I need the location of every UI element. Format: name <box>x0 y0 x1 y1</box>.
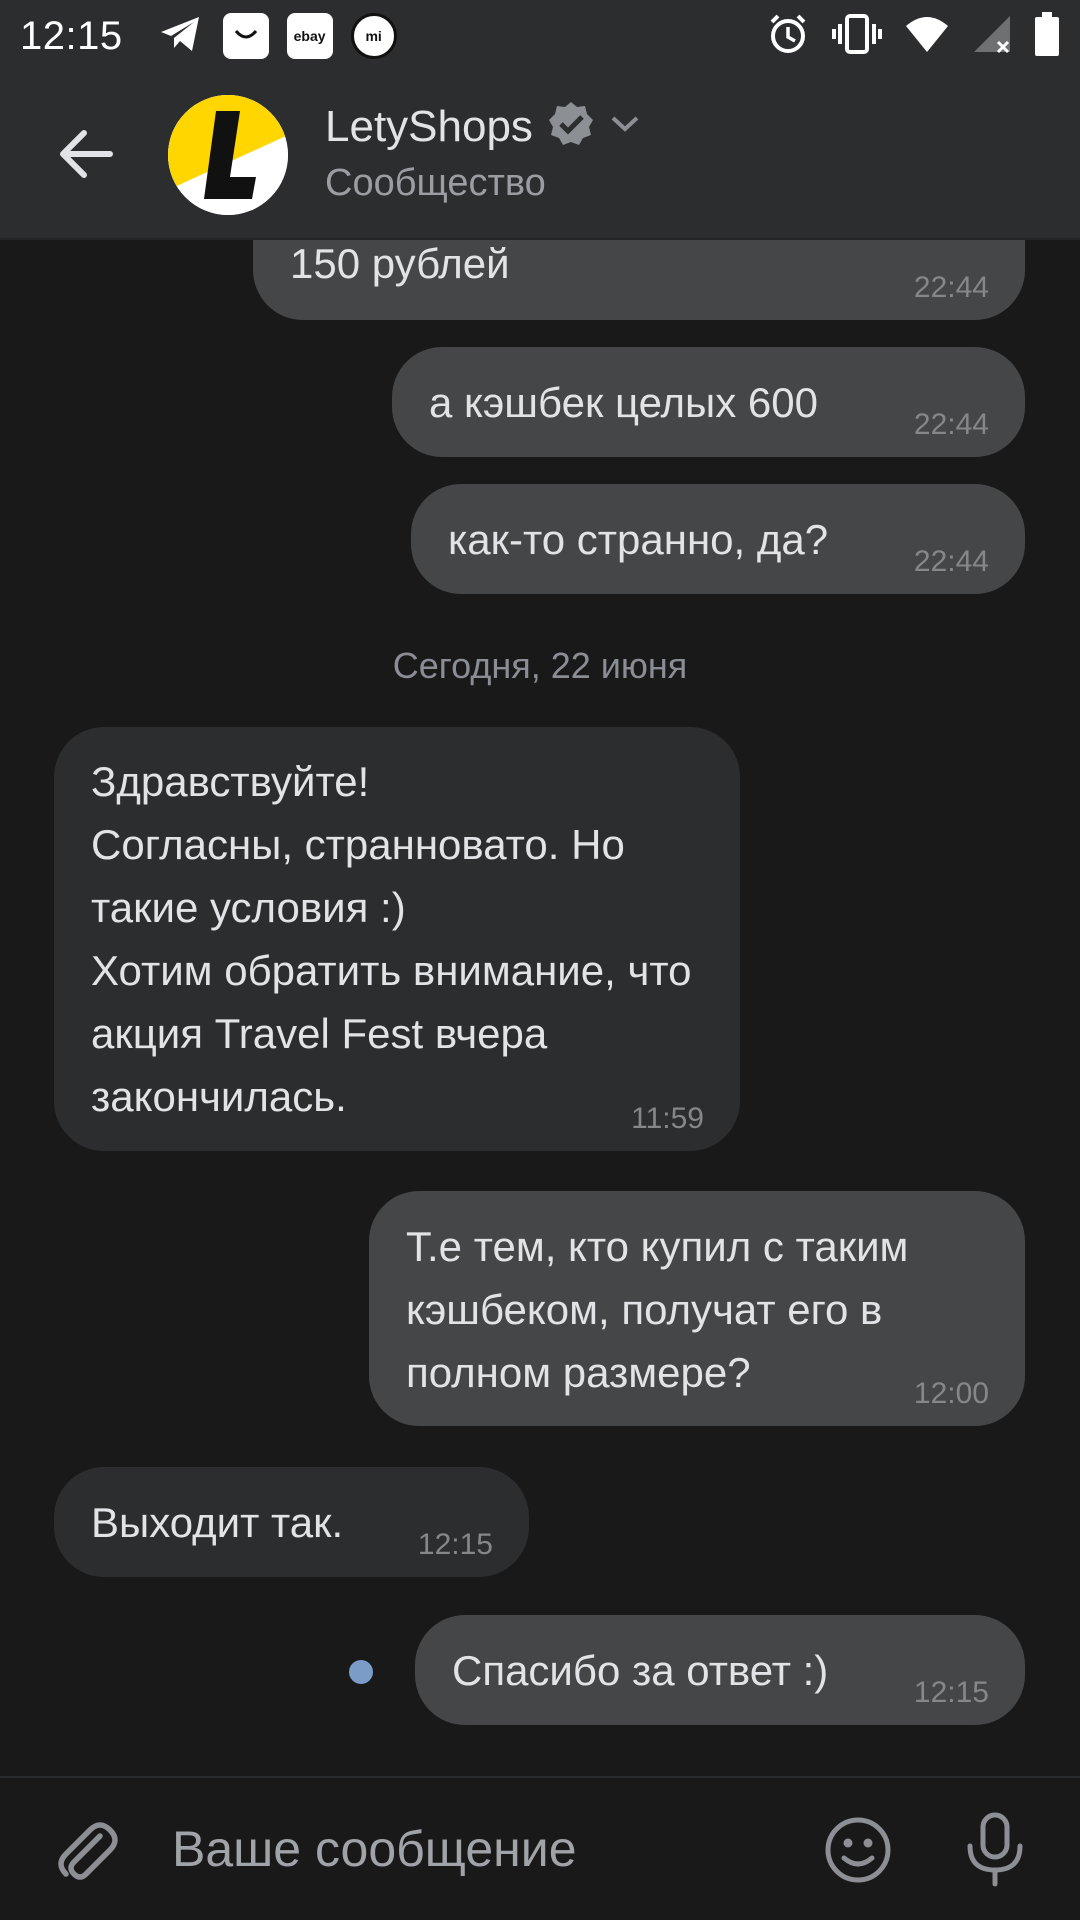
message-input[interactable]: Ваше сообщение <box>172 1820 577 1878</box>
message-text: 150 рублей <box>290 240 510 287</box>
battery-icon <box>1034 11 1060 61</box>
alarm-icon <box>766 12 810 61</box>
back-button[interactable] <box>52 120 120 188</box>
message-text: Выходит так. <box>91 1499 344 1546</box>
ebay-label: ebay <box>293 28 326 44</box>
message-text: а кэшбек целых 600 <box>429 379 818 426</box>
status-time: 12:15 <box>20 13 123 58</box>
message-text: как-то странно, да? <box>448 516 829 563</box>
message-time: 12:15 <box>913 1676 989 1709</box>
message-bubble[interactable]: 150 рублей 22:44 <box>253 240 1025 320</box>
message-time: 11:59 <box>631 1102 704 1135</box>
page-title: LetyShops <box>325 101 533 151</box>
message-time: 22:44 <box>913 545 989 578</box>
chevron-down-icon[interactable] <box>609 108 641 145</box>
wifi-icon <box>904 14 950 59</box>
header-subtitle: Сообщество <box>325 162 546 204</box>
system-icons <box>766 11 1060 61</box>
message-bubble[interactable]: Здравствуйте! Согласны, странновато. Но … <box>54 727 740 1151</box>
status-bar: 12:15 ebay mi <box>0 0 1080 72</box>
message-text: Здравствуйте! Согласны, странновато. Но … <box>91 758 692 1120</box>
notification-icons: ebay mi <box>157 10 397 63</box>
message-time: 12:15 <box>417 1528 493 1561</box>
message-list[interactable]: 150 рублей 22:44 а кэшбек целых 600 22:4… <box>0 240 1080 1776</box>
mi-label: mi <box>365 28 382 44</box>
unread-indicator <box>349 1660 373 1684</box>
avatar[interactable] <box>168 95 288 215</box>
emoji-icon[interactable] <box>822 1814 894 1891</box>
message-bubble[interactable]: Т.е тем, кто купил с таким кэшбеком, пол… <box>369 1191 1025 1426</box>
message-bubble[interactable]: Спасибо за ответ :) 12:15 <box>415 1615 1025 1725</box>
letyshops-logo <box>168 95 288 215</box>
verified-badge-icon <box>547 100 595 153</box>
message-bubble[interactable]: как-то странно, да? 22:44 <box>411 484 1025 594</box>
signal-icon <box>972 14 1012 59</box>
date-separator: Сегодня, 22 июня <box>392 645 688 686</box>
message-time: 22:44 <box>913 408 989 441</box>
shopping-bag-icon <box>222 13 269 59</box>
mi-icon: mi <box>350 13 397 59</box>
message-bubble[interactable]: а кэшбек целых 600 22:44 <box>392 347 1025 457</box>
ebay-icon: ebay <box>286 13 333 59</box>
message-bubble[interactable]: Выходит так. 12:15 <box>54 1467 529 1577</box>
message-text: Спасибо за ответ :) <box>452 1647 829 1694</box>
telegram-icon <box>157 10 205 63</box>
header-title-row[interactable]: LetyShops <box>325 100 641 153</box>
message-time: 12:00 <box>913 1377 989 1410</box>
chat-header: LetyShops Сообщество <box>0 72 1080 240</box>
message-composer: Ваше сообщение <box>0 1776 1080 1920</box>
back-arrow-icon <box>60 130 113 178</box>
microphone-icon[interactable] <box>960 1812 1030 1893</box>
attach-icon[interactable] <box>50 1814 122 1891</box>
vibrate-icon <box>832 12 882 61</box>
message-time: 22:44 <box>913 271 989 304</box>
